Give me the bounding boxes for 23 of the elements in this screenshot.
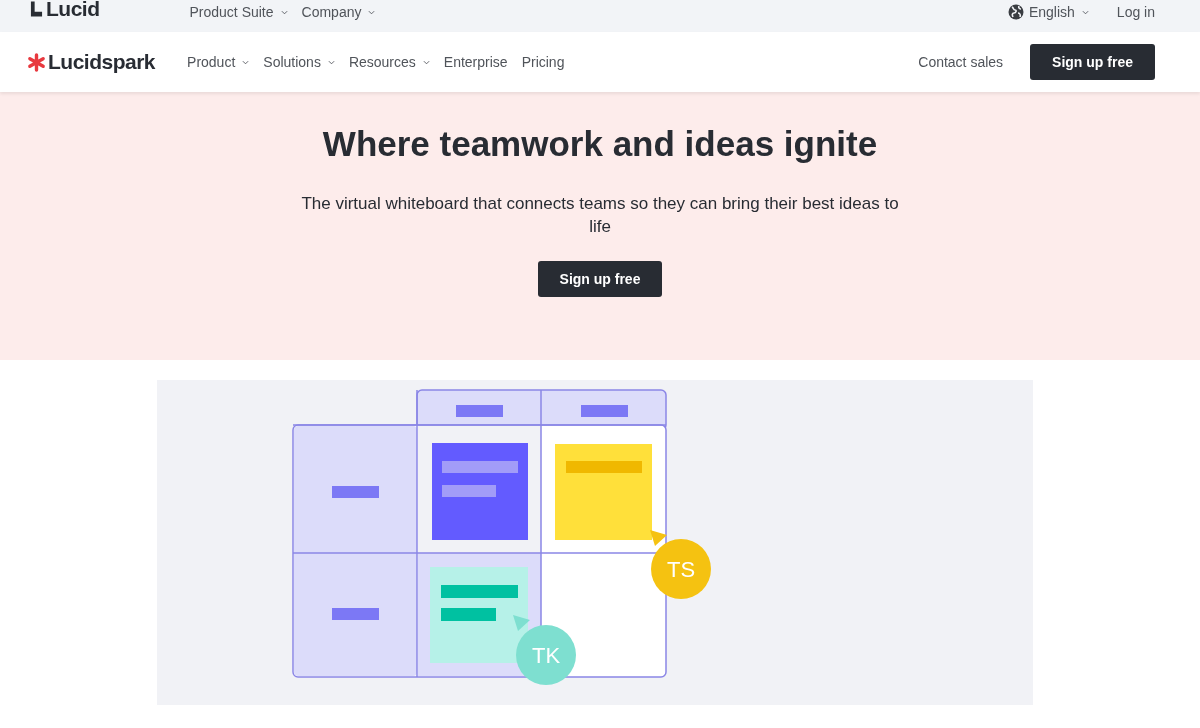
avatar-initials: TS: [666, 557, 696, 582]
lucid-logo[interactable]: Lucid: [30, 0, 100, 19]
sign-up-button[interactable]: Sign up free: [537, 261, 663, 297]
asterisk-logo-icon: [27, 52, 46, 72]
top-menu-item[interactable]: Company: [301, 4, 376, 20]
logo-text: Lucidspark: [48, 50, 156, 74]
nav-menu-item[interactable]: Product: [187, 54, 250, 70]
lucidspark-logo[interactable]: Lucidspark: [27, 50, 156, 74]
nav-menu-item[interactable]: Enterprise: [443, 54, 508, 70]
sign-up-button[interactable]: Sign up free: [1030, 44, 1155, 80]
logo-mark-icon: [30, 0, 43, 17]
contact-sales-link[interactable]: Contact sales: [918, 54, 1004, 70]
nav-menu-item[interactable]: Pricing: [521, 54, 565, 70]
nav-menu-item[interactable]: Resources: [348, 54, 430, 70]
language-selector[interactable]: English: [1007, 4, 1089, 20]
login-link[interactable]: Log in: [1116, 4, 1155, 20]
hero-title: Where teamwork and ideas ignite: [322, 124, 878, 164]
logo-text: Lucid: [46, 0, 100, 21]
globe-icon: [1007, 4, 1024, 20]
top-menu-item[interactable]: Product Suite: [189, 4, 288, 20]
nav-menu-item[interactable]: Solutions: [263, 54, 335, 70]
avatar-initials: TK: [531, 643, 561, 668]
hero-subtitle: The virtual whiteboard that connects teams so they can bring their best ideas to life: [300, 193, 900, 238]
